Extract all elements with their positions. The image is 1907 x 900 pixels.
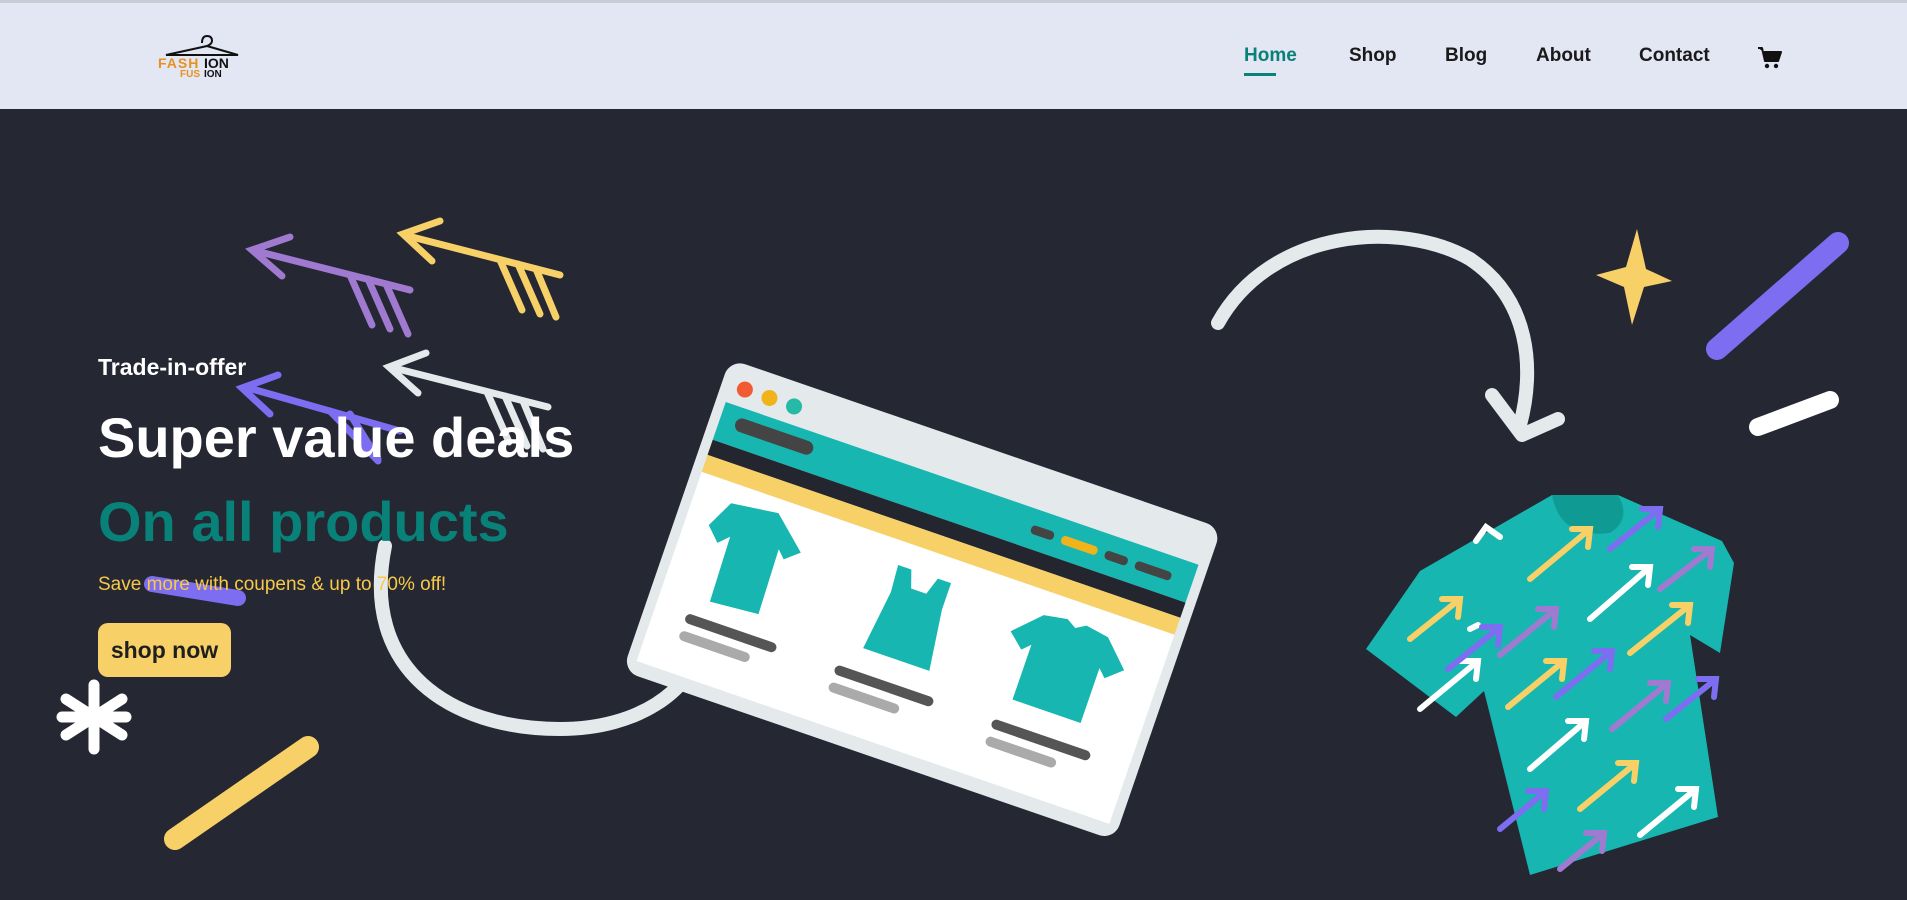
shopping-cart-icon[interactable]	[1757, 46, 1783, 70]
nav-blog[interactable]: Blog	[1445, 45, 1487, 67]
nav-active-indicator	[1244, 73, 1276, 76]
tshirt-illustration	[1366, 495, 1734, 875]
arrow-purple-icon	[245, 233, 414, 338]
burst-icon	[56, 679, 132, 755]
site-header: FASH ION FUS ION Home Shop Blog About Co…	[0, 3, 1907, 109]
hero-eyebrow: Trade-in-offer	[98, 354, 247, 380]
nav-about[interactable]: About	[1536, 45, 1591, 67]
shop-now-button[interactable]: shop now	[98, 623, 231, 677]
svg-text:FUS: FUS	[180, 69, 200, 77]
hero-banner: Trade-in-offer Super value deals On all …	[0, 109, 1907, 900]
hero-subtitle: On all products	[98, 490, 509, 553]
hero-title: Super value deals	[98, 406, 575, 469]
stick-yellow	[164, 736, 319, 850]
hanger-icon: FASH ION FUS ION	[158, 34, 239, 77]
arrow-yellow-icon	[396, 217, 564, 321]
stick-white	[1749, 391, 1839, 436]
stick-purple	[1706, 232, 1849, 360]
svg-text:ION: ION	[204, 69, 222, 77]
browser-window-illustration	[626, 363, 1218, 836]
sparkle-icon	[1596, 229, 1672, 325]
nav-home[interactable]: Home	[1244, 45, 1297, 67]
nav-contact[interactable]: Contact	[1639, 45, 1710, 67]
hero-description: Save more with coupens & up to 70% off!	[98, 574, 447, 595]
brand-logo[interactable]: FASH ION FUS ION	[156, 33, 248, 77]
curved-arrow-right	[1211, 229, 1535, 432]
nav-shop[interactable]: Shop	[1349, 45, 1397, 67]
